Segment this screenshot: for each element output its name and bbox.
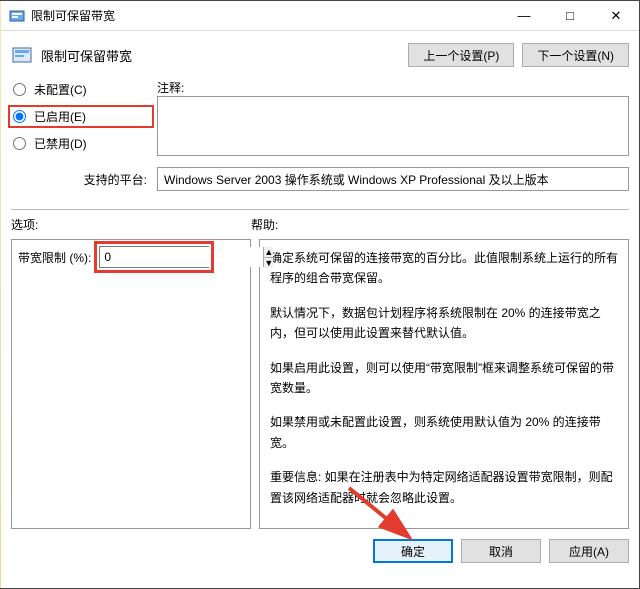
help-panel: 确定系统可保留的连接带宽的百分比。此值限制系统上运行的所有程序的组合带宽保留。 …	[259, 239, 629, 529]
radio-disabled[interactable]: 已禁用(D)	[11, 135, 151, 152]
radio-enabled-label: 已启用(E)	[34, 108, 86, 125]
app-icon	[9, 8, 25, 24]
next-setting-button[interactable]: 下一个设置(N)	[522, 43, 629, 67]
bandwidth-option: 带宽限制 (%): ▲ ▼	[18, 246, 244, 268]
prev-setting-button[interactable]: 上一个设置(P)	[408, 43, 514, 67]
ok-button-label: 确定	[401, 543, 425, 560]
help-label: 帮助:	[251, 216, 629, 233]
help-paragraph: 如果禁用或未配置此设置，则系统使用默认值为 20% 的连接带宽。	[270, 412, 618, 453]
apply-button-label: 应用(A)	[569, 543, 609, 560]
radio-enabled[interactable]: 已启用(E)	[11, 108, 151, 125]
next-setting-label: 下一个设置(N)	[537, 47, 614, 64]
help-paragraph: 默认情况下，数据包计划程序将系统限制在 20% 的连接带宽之内，但可以使用此设置…	[270, 303, 618, 344]
spin-up-button[interactable]: ▲	[264, 247, 273, 258]
help-paragraph: 确定系统可保留的连接带宽的百分比。此值限制系统上运行的所有程序的组合带宽保留。	[270, 248, 618, 289]
title-bar: 限制可保留带宽 — □ ✕	[1, 1, 639, 31]
radio-not-configured-input[interactable]	[13, 83, 26, 96]
ok-button[interactable]: 确定	[373, 539, 453, 563]
radio-not-configured-label: 未配置(C)	[34, 81, 87, 98]
cancel-button-label: 取消	[489, 543, 513, 560]
help-paragraph: 重要信息: 如果在注册表中为特定网络适配器设置带宽限制，则配置该网络适配器时就会…	[270, 467, 618, 508]
bandwidth-input[interactable]	[100, 247, 263, 267]
header-row: 限制可保留带宽 上一个设置(P) 下一个设置(N)	[11, 37, 629, 77]
prev-setting-label: 上一个设置(P)	[423, 47, 499, 64]
minimize-button[interactable]: —	[501, 1, 547, 30]
radio-disabled-input[interactable]	[13, 137, 26, 150]
policy-icon	[11, 44, 33, 66]
state-radio-group: 未配置(C) 已启用(E) 已禁用(D)	[11, 77, 151, 152]
platform-label: 支持的平台:	[11, 167, 151, 188]
platform-value: Windows Server 2003 操作系统或 Windows XP Pro…	[157, 167, 629, 191]
options-label: 选项:	[11, 216, 251, 233]
dialog-window: 限制可保留带宽 — □ ✕ 限制可保留带宽 上一个设置(P) 下一个设置(N) …	[0, 0, 640, 589]
radio-not-configured[interactable]: 未配置(C)	[11, 81, 151, 98]
dialog-body: 限制可保留带宽 上一个设置(P) 下一个设置(N) 未配置(C) 已启用(E) …	[1, 31, 639, 588]
window-title: 限制可保留带宽	[31, 7, 115, 24]
divider	[11, 209, 629, 210]
bandwidth-spinner[interactable]: ▲ ▼	[99, 246, 209, 268]
title-bar-left: 限制可保留带宽	[9, 7, 115, 24]
spin-down-button[interactable]: ▼	[264, 258, 273, 268]
section-labels: 选项: 帮助:	[11, 216, 629, 233]
window-buttons: — □ ✕	[501, 1, 639, 30]
spinner-buttons: ▲ ▼	[263, 247, 273, 267]
radio-disabled-label: 已禁用(D)	[34, 135, 87, 152]
options-panel: 带宽限制 (%): ▲ ▼	[11, 239, 251, 529]
cancel-button[interactable]: 取消	[461, 539, 541, 563]
close-button[interactable]: ✕	[593, 1, 639, 30]
comment-area: 注释:	[157, 77, 629, 159]
bandwidth-label: 带宽限制 (%):	[18, 249, 91, 266]
maximize-button[interactable]: □	[547, 1, 593, 30]
dialog-buttons: 确定 取消 应用(A)	[11, 529, 629, 563]
left-decoration	[0, 1, 1, 588]
header-title: 限制可保留带宽	[41, 46, 132, 65]
help-paragraph: 如果启用此设置，则可以使用“带宽限制”框来调整系统可保留的带宽数量。	[270, 358, 618, 399]
lower-row: 带宽限制 (%): ▲ ▼ 确定系统可保留的连接带宽的百分比。此值限制系统上运行…	[11, 239, 629, 529]
top-grid: 未配置(C) 已启用(E) 已禁用(D) 注释: 支持的平台: Windows …	[11, 77, 629, 199]
comment-label: 注释:	[157, 77, 629, 96]
apply-button[interactable]: 应用(A)	[549, 539, 629, 563]
radio-enabled-input[interactable]	[13, 110, 26, 123]
comment-textarea[interactable]	[157, 96, 629, 156]
